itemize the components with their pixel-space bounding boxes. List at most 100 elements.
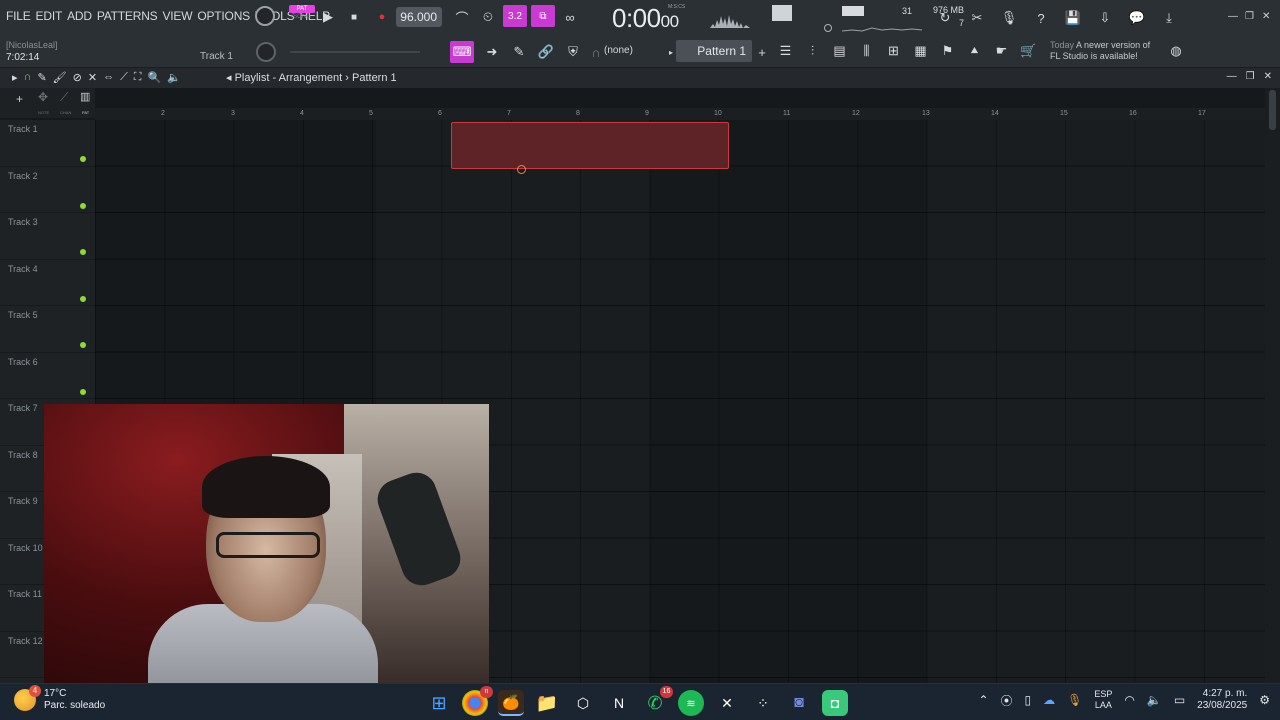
sub-pat-label[interactable]: PAT: [82, 110, 89, 115]
snap-icon[interactable]: ∩: [591, 43, 601, 61]
slice-icon[interactable]: ⟋: [120, 71, 128, 84]
close-icon[interactable]: ✕: [1262, 11, 1270, 22]
mixer-icon[interactable]: ⫼: [857, 41, 876, 60]
move-icon[interactable]: ✥: [38, 90, 48, 104]
whatsapp-icon[interactable]: ✆ 16: [642, 686, 673, 716]
track-header[interactable]: Track 4: [0, 260, 95, 306]
track-header[interactable]: Track 2: [0, 167, 95, 213]
wifi-icon[interactable]: ◠: [1124, 693, 1134, 707]
playlist-icon[interactable]: ☰: [776, 41, 795, 60]
track-header[interactable]: Track 5: [0, 306, 95, 353]
options-arrow-icon[interactable]: ▸: [12, 71, 18, 84]
taskbar-clock[interactable]: 4:27 p. m. 23/08/2025: [1197, 688, 1247, 712]
link-icon[interactable]: 🔗: [537, 43, 555, 61]
spotify-icon[interactable]: ≋: [678, 690, 704, 716]
menu-patterns[interactable]: PATTERNS: [97, 9, 158, 23]
arrow-right-icon[interactable]: ➜: [483, 43, 501, 61]
pat-song-toggle[interactable]: PAT SONG: [289, 5, 315, 29]
sub-chan-label[interactable]: CHAN: [60, 110, 71, 115]
edit-icon[interactable]: ⟋: [60, 90, 68, 105]
step-edit-icon[interactable]: ⧉: [531, 5, 555, 27]
chevron-up-icon[interactable]: ⌃: [978, 693, 988, 707]
menu-edit[interactable]: EDIT: [36, 9, 63, 23]
playback-icon[interactable]: 🔈: [167, 71, 181, 84]
maximize-icon[interactable]: ❐: [1245, 11, 1254, 22]
select-icon[interactable]: ⛶: [134, 71, 142, 84]
undo-icon[interactable]: ↻: [934, 7, 956, 29]
mute-tool-icon[interactable]: ✕: [88, 71, 97, 84]
track-header[interactable]: Track 6: [0, 353, 95, 399]
song-mode-label[interactable]: SONG: [289, 13, 315, 21]
news-panel[interactable]: Today A newer version of FL Studio is av…: [1050, 40, 1150, 62]
track-header[interactable]: Track 3: [0, 213, 95, 260]
onedrive-icon[interactable]: ☁: [1043, 693, 1055, 707]
track-header[interactable]: Track 1: [0, 120, 95, 167]
battery-app-icon[interactable]: ▯: [1025, 693, 1032, 707]
piano-roll-icon[interactable]: ⌨: [450, 41, 474, 63]
download-icon[interactable]: ⤓: [1158, 7, 1180, 29]
countdown-button[interactable]: 3.2: [503, 5, 527, 27]
pat-mode-label[interactable]: PAT: [289, 5, 315, 13]
touch-icon[interactable]: ☛: [992, 41, 1011, 60]
discord-icon[interactable]: ◙: [786, 690, 812, 716]
globe-icon[interactable]: ◍: [1165, 40, 1187, 62]
language-indicator[interactable]: ESP LAA: [1094, 689, 1112, 711]
tray-app-icon[interactable]: ⦿: [1001, 692, 1013, 709]
brush-icon[interactable]: ✎: [510, 43, 528, 61]
windows-start-icon[interactable]: ⊞: [426, 690, 452, 716]
render-icon[interactable]: ⇩: [1094, 7, 1116, 29]
pitch-knob[interactable]: [256, 42, 276, 62]
mic-icon[interactable]: 🎙: [998, 7, 1020, 29]
sub-note-label[interactable]: NOTE: [38, 110, 49, 115]
pattern-selector[interactable]: Pattern 1: [676, 40, 752, 62]
chat-icon[interactable]: 💬: [1126, 7, 1148, 29]
playlist-maximize-icon[interactable]: ❐: [1246, 71, 1255, 82]
shop-icon[interactable]: 🛒: [1019, 41, 1038, 60]
battery-icon[interactable]: ▭: [1174, 693, 1185, 707]
record-icon[interactable]: ●: [371, 6, 393, 28]
notion-icon[interactable]: N: [606, 690, 632, 716]
slip-icon[interactable]: ⇔: [103, 71, 114, 84]
playlist-pattern-name[interactable]: Pattern 1: [352, 72, 397, 84]
snap-selector[interactable]: (none): [604, 45, 633, 56]
track-led[interactable]: [80, 249, 86, 255]
app-hex-icon[interactable]: ⬡: [570, 690, 596, 716]
save-icon[interactable]: 💾: [1062, 7, 1084, 29]
add-track-icon[interactable]: +: [16, 92, 23, 106]
scrollbar-thumb[interactable]: [1269, 90, 1276, 130]
cut-icon[interactable]: ✂: [966, 7, 988, 29]
app-green-icon[interactable]: ◘: [822, 690, 848, 716]
help-icon[interactable]: ?: [1030, 7, 1052, 29]
fl-studio-icon[interactable]: 🍊: [498, 690, 524, 716]
browser-icon[interactable]: ⊞: [884, 41, 903, 60]
timeline-ruler[interactable]: 2 3 4 5 6 7 8 9 10 11 12 13 14 15 16 17: [95, 108, 1265, 120]
menu-view[interactable]: VIEW: [162, 9, 192, 23]
track-led[interactable]: [80, 156, 86, 162]
piano-roll-view-icon[interactable]: ⫶: [803, 41, 822, 60]
plugin-icon[interactable]: ⚑: [938, 41, 957, 60]
notifications-icon[interactable]: ⚙: [1259, 693, 1270, 707]
play-icon[interactable]: ▶: [317, 6, 339, 28]
app-dots-icon[interactable]: ⁘: [750, 690, 776, 716]
loop-record-icon[interactable]: ∞: [559, 6, 581, 28]
stop-icon[interactable]: ■: [343, 6, 365, 28]
piano-icon[interactable]: ▥: [80, 90, 90, 103]
microphone-icon[interactable]: 🎙: [1067, 693, 1082, 707]
wait-input-icon[interactable]: ⏲: [477, 6, 499, 28]
menu-file[interactable]: FILE: [6, 9, 31, 23]
tempo-tapper-icon[interactable]: ⯅: [965, 41, 984, 60]
metronome-icon[interactable]: ⌒: [451, 6, 473, 28]
minimize-icon[interactable]: —: [1228, 11, 1238, 22]
track-led[interactable]: [80, 388, 86, 395]
stamp-icon[interactable]: ⛨: [564, 43, 582, 61]
playlist-close-icon[interactable]: ✕: [1264, 71, 1272, 82]
volume-icon[interactable]: 🔈: [1147, 693, 1162, 707]
chrome-icon[interactable]: n: [462, 686, 493, 716]
playlist-minimize-icon[interactable]: —: [1227, 71, 1237, 82]
menu-options[interactable]: OPTIONS: [197, 9, 250, 23]
weather-widget[interactable]: 4 17°C Parc. soleado: [14, 685, 105, 712]
vertical-scrollbar[interactable]: [1265, 88, 1280, 683]
pattern-clip[interactable]: [451, 122, 729, 169]
magnet-icon[interactable]: ∩: [24, 71, 32, 84]
tempo-display[interactable]: 96.000: [396, 7, 442, 27]
